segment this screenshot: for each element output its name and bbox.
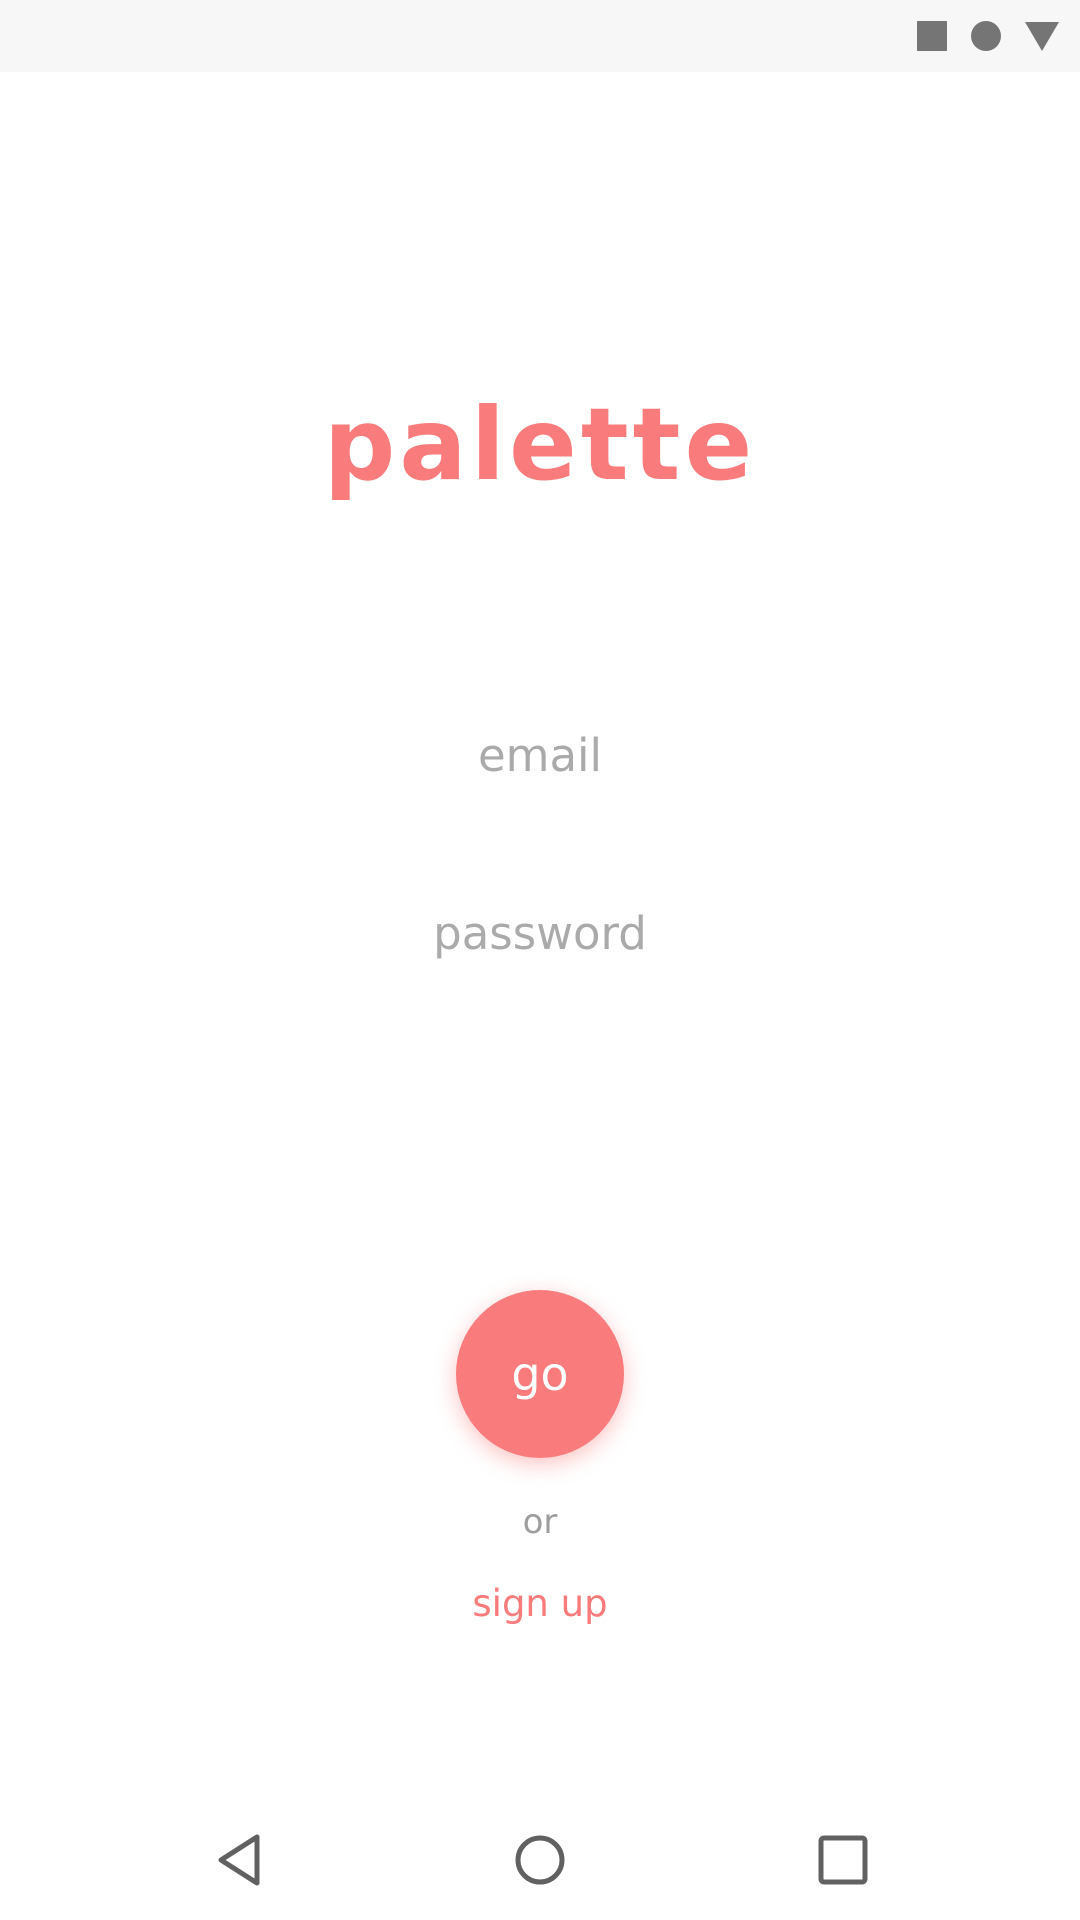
status-bar [0, 0, 1080, 72]
home-button[interactable] [504, 1824, 576, 1896]
navigation-bar [0, 1800, 1080, 1920]
recents-button[interactable] [807, 1824, 879, 1896]
circle-icon [971, 21, 1001, 51]
triangle-down-icon [1025, 22, 1059, 51]
back-button[interactable] [204, 1824, 276, 1896]
recents-icon [818, 1835, 868, 1885]
password-field[interactable] [240, 893, 840, 973]
sign-up-link[interactable]: sign up [0, 1582, 1080, 1625]
or-divider-text: or [522, 1502, 558, 1542]
square-icon [917, 21, 947, 51]
app-title: palette [323, 386, 757, 503]
go-button[interactable]: go [456, 1290, 624, 1458]
back-icon [218, 1834, 260, 1886]
status-icons [916, 18, 1060, 54]
login-screen: palette go or sign up [0, 0, 1080, 1920]
email-field[interactable] [240, 715, 840, 795]
home-icon [515, 1835, 565, 1885]
